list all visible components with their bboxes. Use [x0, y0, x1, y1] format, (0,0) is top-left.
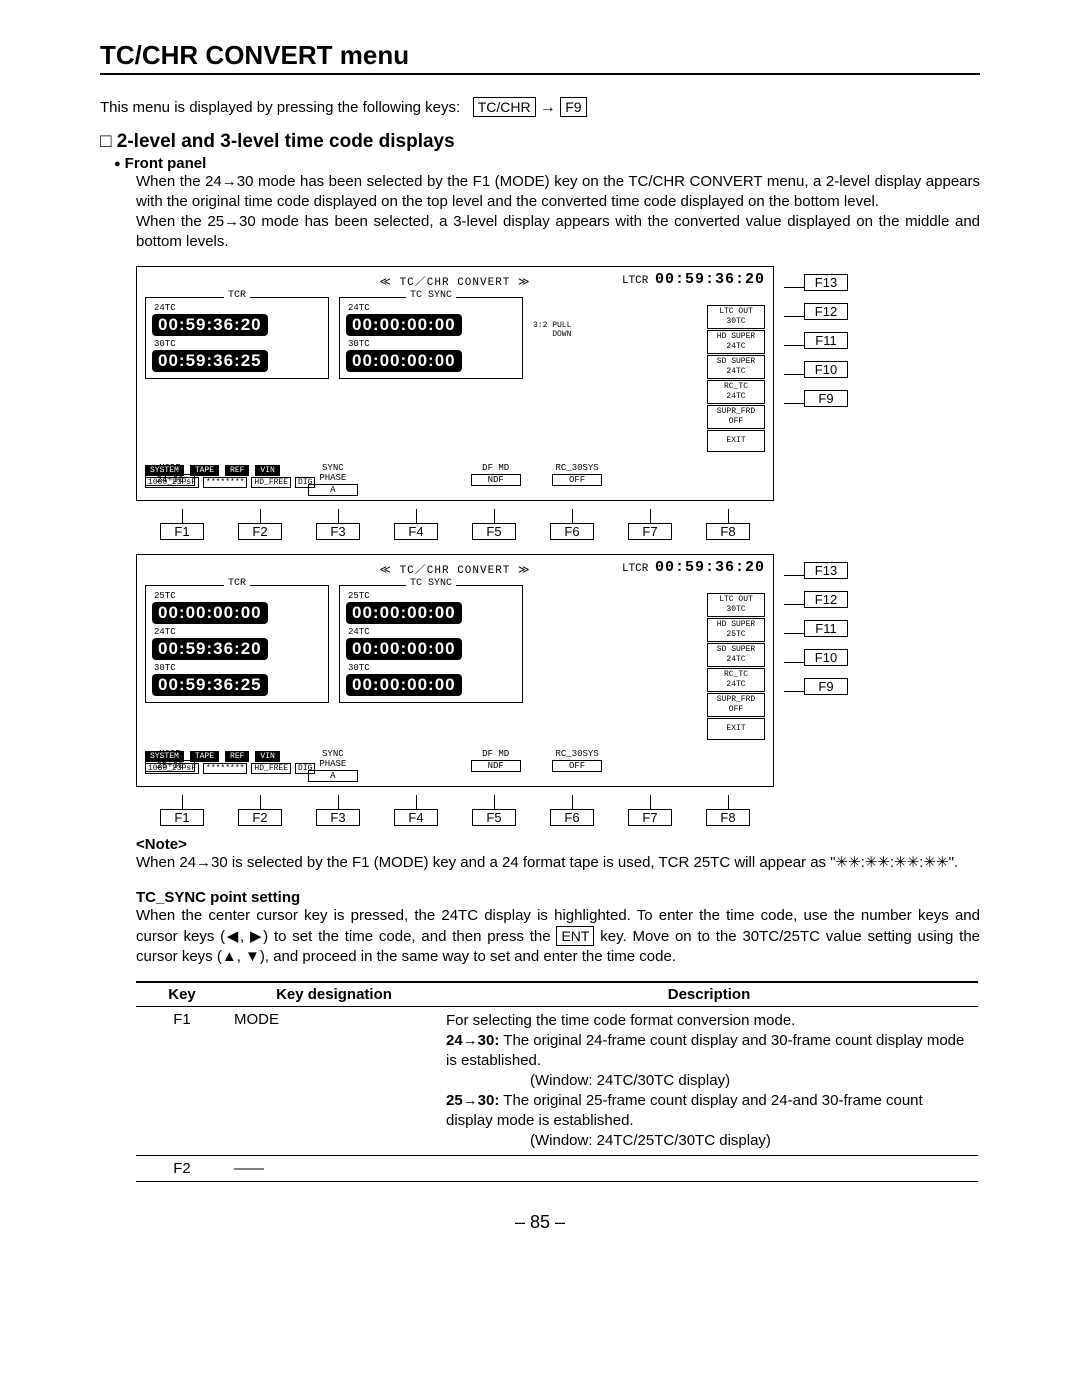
front-panel-p1: When the 24→30 mode has been selected by…: [136, 172, 980, 212]
side-fkeys-1: F13 F12 F11 F10 F9: [784, 274, 848, 407]
key-tcchr: TC/CHR: [473, 97, 536, 117]
intro-text: This menu is displayed by pressing the f…: [100, 99, 460, 116]
page-title: TC/CHR CONVERT menu: [100, 40, 980, 75]
key-table: Key Key designation Description F1 MODE …: [136, 981, 978, 1182]
table-row: F1 MODE For selecting the time code form…: [136, 1007, 978, 1156]
tcsync-para: When the center cursor key is pressed, t…: [136, 906, 980, 967]
vtr-screen-1: ≪ TC／CHR CONVERT ≫ LTCR 00:59:36:20 TCR …: [136, 266, 774, 501]
diagram-3level: ≪ TC／CHR CONVERT ≫ LTCR 00:59:36:20 TCR …: [136, 554, 980, 826]
bottom-fkeys-2: F1 F2 F3 F4 F5 F6 F7 F8: [160, 791, 980, 826]
front-panel-p2: When the 25→30 mode has been selected, a…: [136, 212, 980, 252]
page-number: – 85 –: [100, 1212, 980, 1233]
key-ent: ENT: [556, 926, 594, 946]
table-row: F2 ——: [136, 1156, 978, 1182]
tcr-30tc: 00:59:36:25: [152, 350, 268, 372]
front-panel-label: ●Front panel: [114, 155, 980, 172]
intro-line: This menu is displayed by pressing the f…: [100, 97, 980, 117]
arrow-icon: →: [540, 99, 560, 116]
tcr-24tc: 00:59:36:20: [152, 314, 268, 336]
key-f9: F9: [560, 97, 586, 117]
note-text: When 24→30 is selected by the F1 (MODE) …: [136, 853, 980, 873]
vtr-screen-2: ≪ TC／CHR CONVERT ≫ LTCR 00:59:36:20 TCR …: [136, 554, 774, 787]
bottom-fkeys-1: F1 F2 F3 F4 F5 F6 F7 F8: [160, 505, 980, 540]
note-label: <Note>: [136, 836, 980, 853]
section-heading: □ 2-level and 3-level time code displays: [100, 131, 980, 153]
tcsync-heading: TC_SYNC point setting: [136, 889, 980, 906]
diagram-2level: ≪ TC／CHR CONVERT ≫ LTCR 00:59:36:20 TCR …: [136, 266, 980, 540]
side-fkeys-2: F13 F12 F11 F10 F9: [784, 562, 848, 695]
